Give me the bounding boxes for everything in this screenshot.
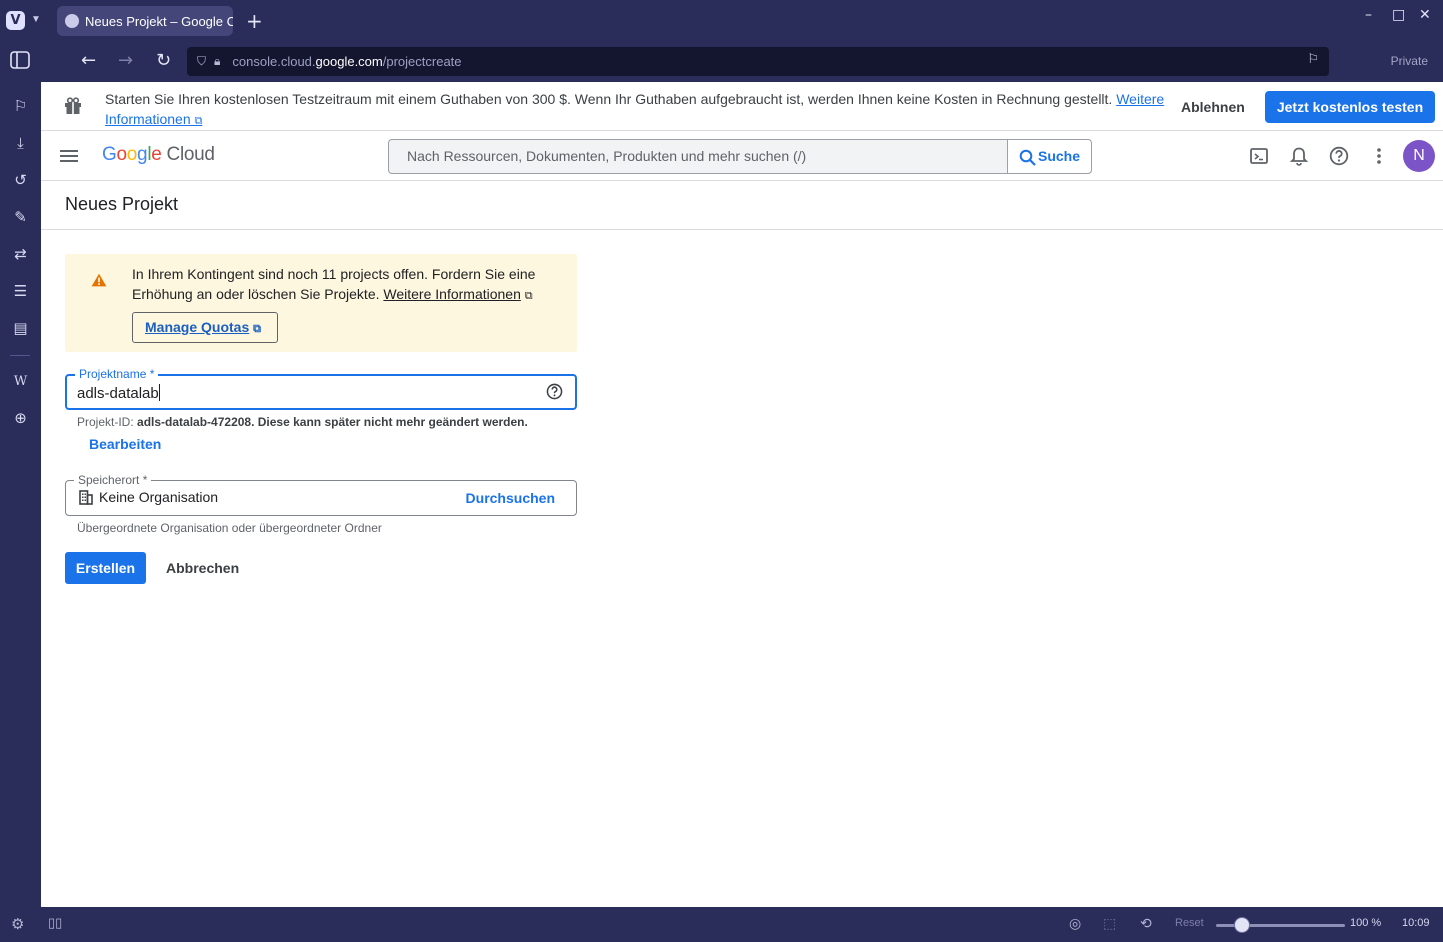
downloads-icon[interactable]: ⤓ <box>11 134 30 153</box>
bookmark-icon[interactable]: ⚐ <box>1307 52 1319 67</box>
project-name-label: Projektname * <box>75 367 159 381</box>
shield-icon[interactable]: ⛉ <box>197 54 206 69</box>
browser-tabbar: V ▼ Neues Projekt – Google Cl + – □ ✕ <box>0 0 1443 42</box>
sync-icon[interactable]: ⟲ <box>1140 915 1152 932</box>
quota-warning-box: In Ihrem Kontingent sind noch 11 project… <box>65 254 577 352</box>
side-panel-divider <box>10 355 30 356</box>
more-vert-icon[interactable] <box>1369 146 1389 166</box>
project-id-hint: Projekt-ID: adls-datalab-472208. Diese k… <box>77 415 528 429</box>
tab-favicon-icon <box>65 14 79 28</box>
lock-icon: 🔒︎ <box>214 54 221 68</box>
project-name-field[interactable]: Projektname * adls-datalab <box>65 367 577 410</box>
project-name-input[interactable]: adls-datalab <box>77 384 160 402</box>
new-tab-icon[interactable]: + <box>246 9 263 33</box>
panel-layout-icon[interactable]: ▯▯ <box>48 915 62 931</box>
web-page: Starten Sie Ihren kostenlosen Testzeitra… <box>41 82 1443 907</box>
manage-quotas-button[interactable]: Manage Quotas ⧉ <box>132 312 278 343</box>
browser-tab[interactable]: Neues Projekt – Google Cl <box>57 6 233 36</box>
browse-location-button[interactable]: Durchsuchen <box>466 490 555 506</box>
forward-arrow-icon[interactable]: → <box>118 50 133 71</box>
create-button[interactable]: Erstellen <box>65 552 146 584</box>
minimize-icon[interactable]: – <box>1365 7 1372 23</box>
reload-icon[interactable]: ↻ <box>156 50 171 71</box>
gift-icon <box>65 97 81 114</box>
help-icon[interactable] <box>1329 146 1349 166</box>
console-header: Google Cloud Nach Ressourcen, Dokumenten,… <box>41 131 1443 181</box>
private-badge: Private <box>1390 54 1428 68</box>
promo-text: Starten Sie Ihren kostenlosen Testzeitra… <box>105 91 1165 127</box>
cancel-button[interactable]: Abbrechen <box>166 560 239 576</box>
external-link-icon: ⧉ <box>253 323 261 335</box>
notes-icon[interactable]: ✎ <box>11 208 30 227</box>
google-cloud-logo[interactable]: Google Cloud <box>102 144 215 166</box>
quota-more-info-link[interactable]: Weitere Informationen <box>383 286 520 302</box>
page-title-bar: Neues Projekt <box>41 181 1443 230</box>
reader-icon[interactable]: ▤ <box>11 319 30 338</box>
zoom-reset-button[interactable]: Reset <box>1175 917 1204 929</box>
menu-icon[interactable] <box>60 150 78 162</box>
add-panel-icon[interactable]: ⊕ <box>11 409 30 428</box>
location-hint: Übergeordnete Organisation oder übergeor… <box>77 521 382 535</box>
url-field[interactable]: ⛉ 🔒︎ console.cloud.google.com/projectcre… <box>187 47 1329 76</box>
location-field[interactable]: Speicherort * Keine Organisation Durchsu… <box>65 473 577 516</box>
cloud-shell-icon[interactable] <box>1249 146 1269 166</box>
quota-message: In Ihrem Kontingent sind noch 11 project… <box>132 266 536 302</box>
external-link-icon: ⧉ <box>524 290 533 302</box>
translate-icon[interactable]: ⇄ <box>11 245 30 264</box>
location-value: Keine Organisation <box>99 489 219 505</box>
notifications-bell-icon[interactable] <box>1289 146 1309 166</box>
chevron-down-icon[interactable]: ▼ <box>31 14 41 25</box>
location-label: Speicherort * <box>74 473 152 487</box>
organization-building-icon <box>79 490 93 505</box>
decline-trial-button[interactable]: Ablehnen <box>1181 99 1245 115</box>
text-caret <box>158 384 160 401</box>
clock: 10:09 <box>1402 917 1430 929</box>
zoom-slider-thumb[interactable] <box>1234 917 1250 933</box>
external-link-icon: ⧉ <box>194 115 203 127</box>
capture-icon[interactable]: ◎ <box>1069 915 1081 932</box>
history-icon[interactable]: ↺ <box>11 171 30 190</box>
url-text: console.cloud.google.com/projectcreate <box>232 54 462 69</box>
search-icon <box>1019 149 1036 166</box>
zoom-level: 100 % <box>1350 917 1382 929</box>
browser-address-bar: ← → ↻ ⛉ 🔒︎ console.cloud.google.com/proj… <box>0 42 1443 82</box>
panel-toggle-icon[interactable] <box>10 51 30 74</box>
search-button[interactable]: Suche <box>1007 139 1092 174</box>
search-input[interactable]: Nach Ressourcen, Dokumenten, Produkten u… <box>388 139 1008 174</box>
edit-project-id-button[interactable]: Bearbeiten <box>89 436 161 452</box>
page-title: Neues Projekt <box>65 194 179 214</box>
wikipedia-icon[interactable]: W <box>11 372 30 391</box>
browser-status-bar: ⚙ ▯▯ ◎ ⬚ ⟲ Reset 100 % 10:09 <box>0 907 1443 942</box>
close-window-icon[interactable]: ✕ <box>1419 7 1431 23</box>
maximize-icon[interactable]: □ <box>1392 7 1405 23</box>
vivaldi-menu-icon[interactable]: V <box>6 11 25 30</box>
help-icon[interactable] <box>546 383 563 400</box>
browser-side-panel: ⚐ ⤓ ↺ ✎ ⇄ ☰ ▤ W ⊕ <box>0 82 41 907</box>
start-free-trial-button[interactable]: Jetzt kostenlos testen <box>1265 91 1435 123</box>
free-trial-banner: Starten Sie Ihren kostenlosen Testzeitra… <box>41 82 1443 131</box>
zoom-slider[interactable] <box>1216 917 1345 933</box>
settings-icon[interactable]: ⚙ <box>11 915 24 933</box>
warning-icon <box>91 273 107 287</box>
avatar[interactable]: N <box>1403 140 1435 172</box>
tab-title: Neues Projekt – Google Cl <box>85 13 233 29</box>
bookmarks-panel-icon[interactable]: ⚐ <box>11 97 30 116</box>
tiling-icon[interactable]: ⬚ <box>1103 915 1116 932</box>
back-arrow-icon[interactable]: ← <box>81 50 96 71</box>
reading-list-icon[interactable]: ☰ <box>11 282 30 301</box>
